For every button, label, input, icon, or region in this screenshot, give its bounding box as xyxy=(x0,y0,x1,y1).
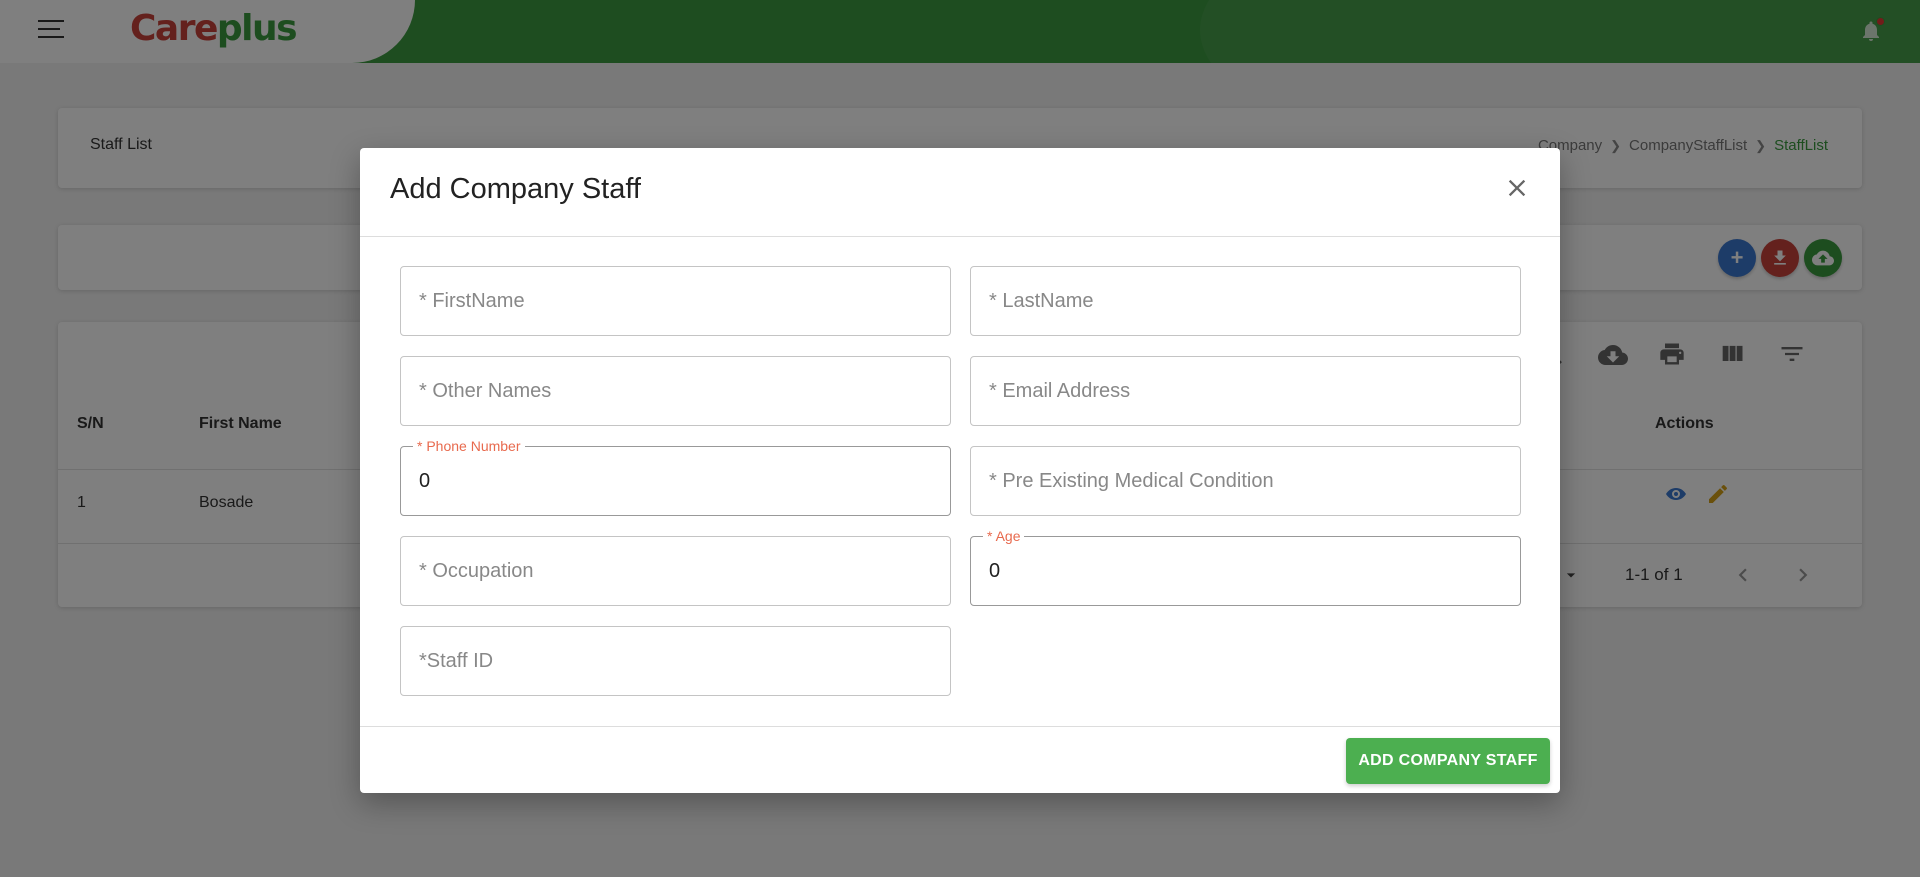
phone-number-input[interactable] xyxy=(401,447,950,515)
other-names-input[interactable] xyxy=(401,357,950,425)
first-name-input[interactable] xyxy=(401,267,950,335)
occupation-input[interactable] xyxy=(401,537,950,605)
email-field xyxy=(970,356,1521,426)
dialog-header-divider xyxy=(360,236,1560,237)
other-names-field xyxy=(400,356,951,426)
email-input[interactable] xyxy=(971,357,1520,425)
add-company-staff-dialog: Add Company Staff * Phone Number * Age A… xyxy=(360,148,1560,793)
dialog-footer-divider xyxy=(360,726,1560,727)
medical-condition-input[interactable] xyxy=(971,447,1520,515)
occupation-field xyxy=(400,536,951,606)
first-name-field xyxy=(400,266,951,336)
close-icon[interactable] xyxy=(1503,174,1531,202)
age-field: * Age xyxy=(970,528,1521,606)
staff-id-input[interactable] xyxy=(401,627,950,695)
last-name-input[interactable] xyxy=(971,267,1520,335)
dialog-title: Add Company Staff xyxy=(390,173,641,205)
last-name-field xyxy=(970,266,1521,336)
medical-condition-field xyxy=(970,446,1521,516)
phone-number-field: * Phone Number xyxy=(400,438,951,516)
age-input[interactable] xyxy=(971,537,1520,605)
add-company-staff-button[interactable]: ADD COMPANY STAFF xyxy=(1346,738,1550,784)
staff-id-field xyxy=(400,626,951,696)
